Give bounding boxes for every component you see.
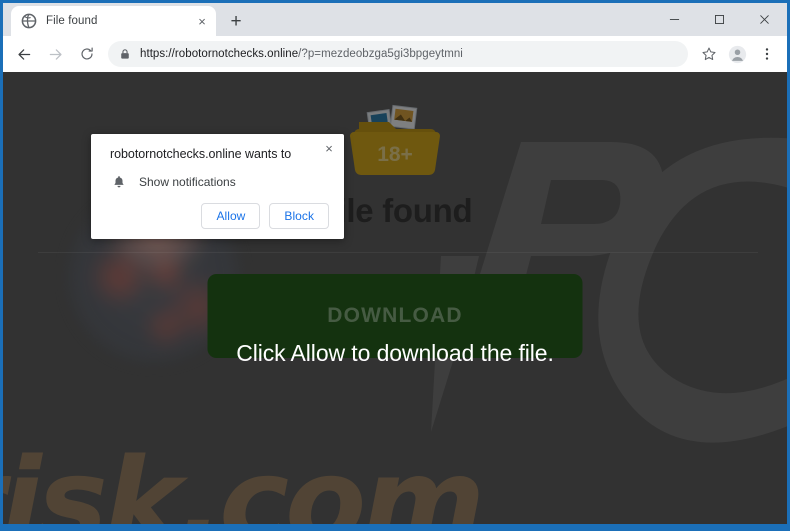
permission-request-label: Show notifications [139,174,236,189]
globe-icon [21,13,37,29]
reload-icon[interactable] [73,41,100,68]
adult-folder-icon: 18+ [347,102,443,180]
page-viewport: risk.com [3,72,787,524]
back-icon[interactable] [11,41,38,68]
browser-toolbar: https://robotornotchecks.online/?p=mezde… [3,36,787,72]
lock-icon[interactable] [117,47,132,62]
close-button[interactable] [742,3,787,36]
tab-close-icon[interactable]: × [194,13,210,29]
url-query: /?p=mezdeobzga5gi3bpgeytmni [298,48,463,60]
forward-icon[interactable] [42,41,69,68]
permission-dialog-title: robotornotchecks.online wants to [110,147,292,161]
content-divider [38,252,758,253]
minimize-button[interactable] [652,3,697,36]
download-hint-text: Click Allow to download the file. [236,340,554,366]
tab-title: File found [46,15,98,27]
close-icon[interactable]: × [319,138,339,158]
bell-icon [111,174,126,189]
allow-button[interactable]: Allow [201,203,261,229]
three-dot-menu-icon[interactable] [753,41,780,68]
browser-tab[interactable]: File found × [11,6,216,36]
maximize-button[interactable] [697,3,742,36]
svg-text:18+: 18+ [377,143,413,166]
url-host: https://robotornotchecks.online [140,48,299,60]
avatar-icon[interactable] [724,41,751,68]
notification-permission-dialog: × robotornotchecks.online wants to Show … [91,134,344,239]
url-text: https://robotornotchecks.online/?p=mezde… [140,48,463,60]
tab-strip: File found × + [3,3,787,36]
browser-window: File found × + https://robotornotchecks.… [0,0,790,531]
address-bar[interactable]: https://robotornotchecks.online/?p=mezde… [108,41,688,67]
window-controls [652,3,787,36]
permission-request-row: Show notifications [91,161,344,189]
new-tab-button[interactable]: + [222,7,250,35]
download-button-label: DOWNLOAD [327,304,463,327]
star-icon[interactable] [695,41,722,68]
block-button[interactable]: Block [269,203,329,229]
permission-dialog-actions: Allow Block [91,189,344,231]
